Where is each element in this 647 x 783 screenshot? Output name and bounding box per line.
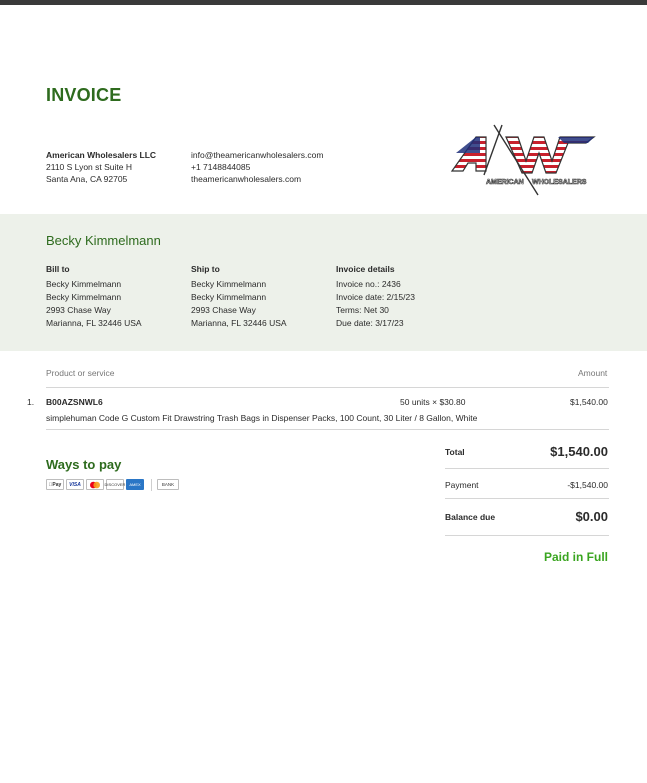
company-phone: +1 7148844085 <box>191 162 251 172</box>
ship-to-section: Ship to Becky Kimmelmann Becky Kimmelman… <box>191 263 287 330</box>
company-logo: AMERICAN WHOLESALERS <box>450 124 596 196</box>
apple-pay-icon: Pay <box>46 479 64 490</box>
bill-to-line: Becky Kimmelmann <box>46 292 122 302</box>
divider <box>151 478 152 491</box>
total-label: Total <box>445 447 465 457</box>
column-header-product: Product or service <box>46 368 115 378</box>
invoice-page: INVOICE American Wholesalers LLC 2110 S … <box>0 5 647 783</box>
ship-to-line: Becky Kimmelmann <box>191 292 267 302</box>
mastercard-icon <box>86 479 104 490</box>
logo-text-left: AMERICAN <box>486 179 524 186</box>
bill-to-section: Bill to Becky Kimmelmann Becky Kimmelman… <box>46 263 142 330</box>
item-amount: $1,540.00 <box>570 397 608 407</box>
balance-due-value: $0.00 <box>575 509 608 524</box>
invoice-details-section: Invoice details Invoice no.: 2436 Invoic… <box>336 263 415 330</box>
item-number: 1. <box>27 397 35 407</box>
invoice-date: Invoice date: 2/15/23 <box>336 292 415 302</box>
bill-to-line: Marianna, FL 32446 USA <box>46 318 142 328</box>
payment-methods: Pay VISA DISCOVER AMEX BANK <box>46 478 181 491</box>
divider <box>445 468 609 469</box>
balance-due-label: Balance due <box>445 512 496 522</box>
company-contact: info@theamericanwholesalers.com +1 71488… <box>191 149 323 185</box>
divider <box>46 429 609 430</box>
item-description: simplehuman Code G Custom Fit Drawstring… <box>46 413 478 423</box>
company-address: American Wholesalers LLC 2110 S Lyon st … <box>46 149 156 185</box>
payment-value: -$1,540.00 <box>567 480 608 490</box>
visa-icon: VISA <box>66 479 84 490</box>
invoice-number: Invoice no.: 2436 <box>336 279 401 289</box>
invoice-due-date: Due date: 3/17/23 <box>336 318 404 328</box>
invoice-terms: Terms: Net 30 <box>336 305 389 315</box>
ship-to-line: Marianna, FL 32446 USA <box>191 318 287 328</box>
bill-to-header: Bill to <box>46 264 70 274</box>
item-sku: B00AZSNWL6 <box>46 397 103 407</box>
ways-to-pay-heading: Ways to pay <box>46 457 122 472</box>
bill-to-line: Becky Kimmelmann <box>46 279 122 289</box>
company-email[interactable]: info@theamericanwholesalers.com <box>191 149 323 161</box>
company-name: American Wholesalers LLC <box>46 150 157 160</box>
paid-status: Paid in Full <box>543 550 608 564</box>
divider <box>46 387 609 388</box>
invoice-details-header: Invoice details <box>336 264 395 274</box>
total-value: $1,540.00 <box>550 444 608 459</box>
company-address-line2: Santa Ana, CA 92705 <box>46 174 128 184</box>
logo-text-right: WHOLESALERS <box>532 179 587 186</box>
company-address-line1: 2110 S Lyon st Suite H <box>46 162 132 172</box>
invoice-title: INVOICE <box>46 85 122 105</box>
ship-to-line: 2993 Chase Way <box>191 305 256 315</box>
divider <box>445 535 609 536</box>
payment-label: Payment <box>445 480 479 490</box>
customer-name: Becky Kimmelmann <box>46 233 161 248</box>
column-header-amount: Amount <box>578 368 608 378</box>
discover-icon: DISCOVER <box>105 479 125 490</box>
item-quantity: 50 units × $30.80 <box>400 397 466 407</box>
ship-to-line: Becky Kimmelmann <box>191 279 267 289</box>
company-website[interactable]: theamericanwholesalers.com <box>191 173 323 185</box>
bank-icon: BANK <box>157 479 179 490</box>
amex-icon: AMEX <box>126 479 144 490</box>
bill-to-line: 2993 Chase Way <box>46 305 111 315</box>
ship-to-header: Ship to <box>191 264 220 274</box>
divider <box>445 498 609 499</box>
